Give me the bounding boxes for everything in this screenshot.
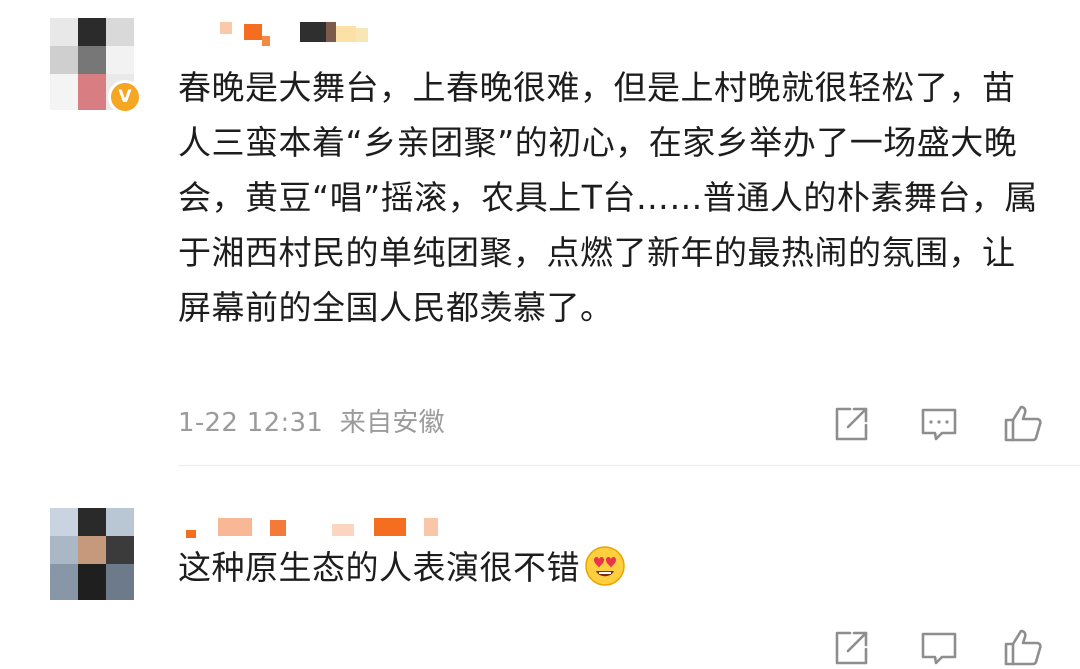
comment-source: 来自安徽 [339, 408, 445, 438]
thumbs-up-icon[interactable] [1002, 403, 1044, 445]
username-redacted[interactable] [178, 504, 438, 540]
comment-text-content: 这种原生态的人表演很不错 [178, 548, 580, 587]
comment-icon[interactable] [918, 627, 960, 669]
comment-meta: 1-22 12:31 来自安徽 [178, 402, 445, 439]
comment-item: 这种原生态的人表演很不错 [0, 490, 1080, 666]
comment-icon[interactable] [918, 403, 960, 445]
divider [178, 465, 1080, 466]
comment-text: 春晚是大舞台，上春晚很难，但是上村晚就很轻松了，苗人三蛮本着“乡亲团聚”的初心，… [178, 68, 1038, 327]
comment-time: 1-22 12:31 [178, 408, 324, 438]
verified-badge-icon: V [108, 80, 142, 114]
share-icon[interactable] [830, 627, 872, 669]
share-icon[interactable] [830, 403, 872, 445]
comment-item: V 春晚是大舞台，上春晚很难，但是上村晚就很轻松了，苗人三蛮本着“乡亲团聚”的初… [0, 0, 1080, 470]
comment-text: 这种原生态的人表演很不错 [178, 540, 1038, 595]
thumbs-up-icon[interactable] [1002, 627, 1044, 669]
heart-eyes-emoji-icon [584, 545, 626, 587]
avatar[interactable] [50, 508, 134, 600]
username-redacted[interactable] [178, 14, 438, 50]
